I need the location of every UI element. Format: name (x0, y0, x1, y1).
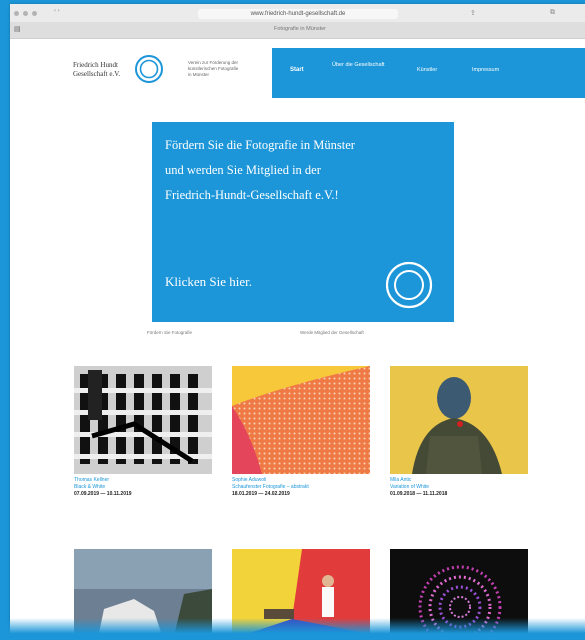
back-forward-icons[interactable]: ‹ › (54, 8, 60, 14)
brand-name-line2: Gesellschaft e.V. (73, 70, 121, 78)
abstract-orange-photo (232, 366, 370, 474)
desktop-background (0, 618, 585, 640)
tabs-overview-icon[interactable]: ⧉ (550, 9, 555, 17)
nav-item-start[interactable]: Start (290, 67, 304, 73)
tower-photo (74, 366, 212, 474)
main-nav: Start Über die Gesellschaft Künstler Imp… (272, 48, 585, 98)
exhibition-title[interactable]: Variation of White (390, 484, 429, 490)
address-bar[interactable]: www.friedrich-hundt-gesellschaft.de (198, 9, 398, 19)
site-header: Friedrich Hundt Gesellschaft e.V. Verein… (10, 48, 585, 98)
promo-caption-right: Werde Mitglied der Gesellschaft (300, 330, 364, 335)
promo-headline-line1: Fördern Sie die Fotografie in Münster (165, 138, 355, 152)
exhibition-dates: 01.09.2018 — 11.11.2018 (390, 491, 448, 497)
nav-item-about[interactable]: Über die Gesellschaft (332, 61, 387, 70)
browser-window: ‹ › www.friedrich-hundt-gesellschaft.de … (10, 4, 585, 640)
minimize-dot-icon[interactable] (23, 11, 28, 16)
close-dot-icon[interactable] (14, 11, 19, 16)
exhibition-artist[interactable]: Sophie Aduwoli (232, 477, 266, 483)
membership-promo-banner[interactable]: Fördern Sie die Fotografie in Münster un… (152, 122, 454, 322)
portrait-photo (390, 366, 528, 474)
share-icon[interactable]: ⇪ (470, 9, 476, 17)
tagline-line3: in Münster (188, 72, 210, 77)
site-logo[interactable]: Friedrich Hundt Gesellschaft e.V. (68, 48, 178, 98)
tab-bar: ▤ Fotografie in Münster (10, 22, 585, 38)
promo-caption-left: Fördern Sie Fotografie (147, 330, 193, 335)
brand-name-line1: Friedrich Hundt (73, 61, 118, 69)
exhibition-dates: 07.09.2019 — 10.11.2019 (74, 491, 132, 497)
exhibition-artist[interactable]: Thomas Kellner (74, 477, 109, 483)
promo-headline-line2: und werden Sie Mitglied in der (165, 163, 321, 177)
logo-ring-icon (135, 55, 163, 83)
nav-item-artists[interactable]: Künstler (417, 67, 437, 73)
tagline: Verein zur Förderung der künstlerischen … (178, 48, 280, 98)
promo-headline-line3: Friedrich-Hundt-Gesellschaft e.V.! (165, 188, 339, 202)
browser-toolbar: ‹ › www.friedrich-hundt-gesellschaft.de … (10, 4, 585, 39)
exhibition-artist[interactable]: Mila Antic (390, 477, 411, 483)
exhibition-thumbnail[interactable] (232, 366, 370, 474)
exhibition-thumbnail[interactable] (390, 366, 528, 474)
nav-item-imprint[interactable]: Impressum (472, 67, 499, 73)
tagline-line2: künstlerischen Fotografie (188, 66, 239, 71)
tab-title[interactable]: Fotografie in Münster (210, 26, 390, 32)
exhibition-dates: 18.01.2019 — 24.02.2019 (232, 491, 290, 497)
tagline-line1: Verein zur Förderung der (188, 60, 239, 65)
exhibition-title[interactable]: Schaufenster Fotografie – abstrakt (232, 484, 309, 490)
window-controls (14, 11, 37, 16)
promo-ring-icon[interactable] (384, 260, 434, 310)
sidebar-icon[interactable]: ▤ (14, 25, 21, 33)
exhibition-title[interactable]: Black & White (74, 484, 105, 490)
promo-cta-text[interactable]: Klicken Sie hier. (165, 274, 252, 290)
exhibition-thumbnail[interactable] (74, 366, 212, 474)
zoom-dot-icon[interactable] (32, 11, 37, 16)
